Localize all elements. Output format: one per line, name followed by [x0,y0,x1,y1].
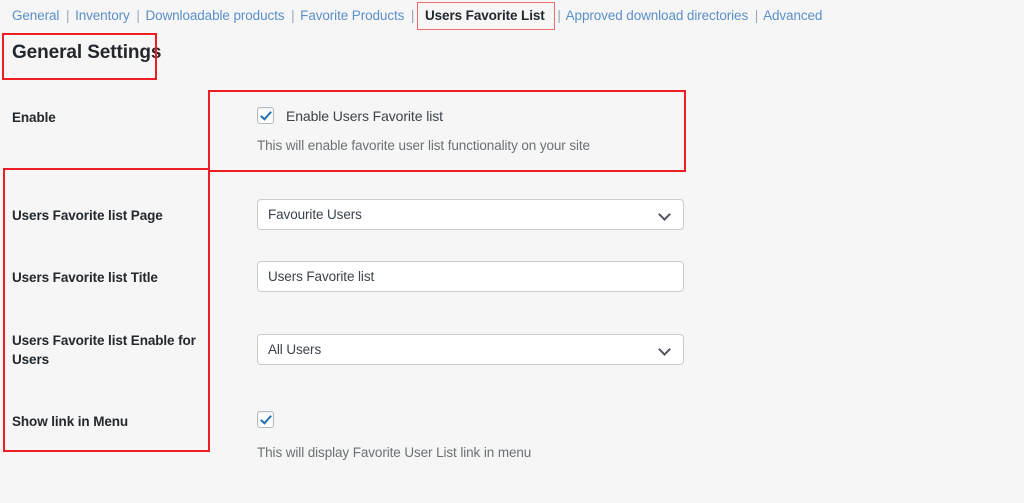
tab-separator: | [410,8,415,23]
show-link-in-menu-checkbox[interactable] [257,411,274,428]
tab-users-favorite-list[interactable]: Users Favorite List [420,6,551,25]
field-show-link-in-menu: This will display Favorite User List lin… [257,411,531,460]
label-users-favorite-list-title: Users Favorite list Title [12,270,158,285]
tab-separator: | [557,8,561,23]
show-link-help-text: This will display Favorite User List lin… [257,445,532,460]
tab-downloadable-products[interactable]: Downloadable products [145,8,284,23]
tab-advanced[interactable]: Advanced [763,8,822,23]
chevron-down-icon [659,209,671,221]
chevron-down-icon [659,344,671,356]
enable-users-favorite-list-checkbox[interactable] [257,107,274,124]
tab-separator: | [65,8,70,23]
tab-general[interactable]: General [12,8,59,23]
tab-inventory[interactable]: Inventory [75,8,130,23]
users-favorite-list-enable-for-users-select[interactable]: All Users [257,334,684,365]
enable-help-text: This will enable favorite user list func… [257,138,590,153]
page-title: General Settings [12,42,162,63]
settings-tab-nav: General | Inventory | Downloadable produ… [12,7,822,25]
tab-separator: | [291,8,295,23]
field-users-favorite-list-enable-for-users[interactable]: All Users [257,334,684,365]
show-link-checkbox-row[interactable] [257,411,531,428]
label-show-link-in-menu: Show link in Menu [12,414,129,429]
users-favorite-list-title-input[interactable]: Users Favorite list [257,261,684,292]
field-enable: Enable Users Favorite list This will ena… [257,107,590,153]
tab-approved-download-directories[interactable]: Approved download directories [566,8,749,23]
users-favorite-list-title-value: Users Favorite list [268,269,375,284]
users-favorite-list-page-select[interactable]: Favourite Users [257,199,684,230]
enable-checkbox-row[interactable]: Enable Users Favorite list [257,107,590,124]
label-users-favorite-list-enable-for-users: Users Favorite list Enable for Users [12,333,196,367]
tab-separator: | [754,8,759,23]
enable-checkbox-label: Enable Users Favorite list [286,107,443,124]
label-enable: Enable [12,110,56,125]
tab-separator: | [136,8,140,23]
field-users-favorite-list-page[interactable]: Favourite Users [257,199,684,230]
tab-favorite-products[interactable]: Favorite Products [300,8,404,23]
label-users-favorite-list-page: Users Favorite list Page [12,208,163,223]
users-favorite-list-page-value: Favourite Users [268,207,362,222]
users-favorite-list-enable-for-users-value: All Users [268,342,322,357]
field-users-favorite-list-title[interactable]: Users Favorite list [257,261,684,292]
